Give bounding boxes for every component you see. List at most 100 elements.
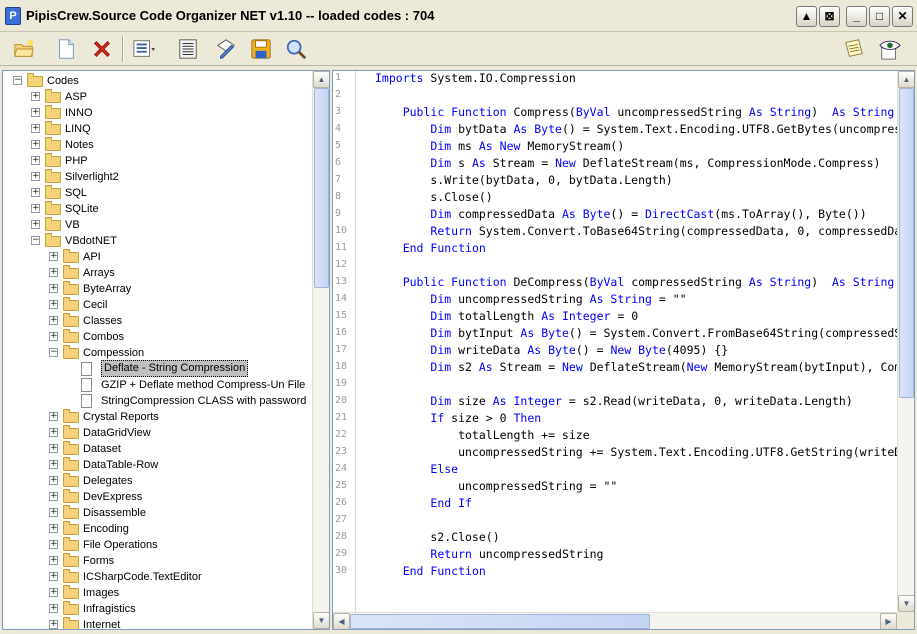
editor-horizontal-scrollbar[interactable]: ◀ ▶ xyxy=(333,612,897,629)
delete-button[interactable] xyxy=(88,35,116,63)
tree-folder[interactable]: + Notes xyxy=(31,137,313,153)
new-document-button[interactable] xyxy=(52,35,80,63)
expand-icon[interactable]: + xyxy=(49,572,58,581)
tree-folder[interactable]: + Combos xyxy=(49,329,313,345)
scroll-left-icon[interactable]: ◀ xyxy=(333,613,350,629)
tree-folder[interactable]: + SQLite xyxy=(31,201,313,217)
scroll-down-icon[interactable]: ▼ xyxy=(898,595,914,612)
expand-icon[interactable]: + xyxy=(31,172,40,181)
code-text[interactable]: Imports System.IO.Compression Public Fun… xyxy=(355,71,897,612)
expand-icon[interactable]: + xyxy=(49,300,58,309)
expand-icon[interactable]: + xyxy=(49,268,58,277)
scroll-thumb[interactable] xyxy=(899,88,914,398)
tree-folder[interactable]: + Internet xyxy=(49,617,313,629)
tree-folder[interactable]: + Silverlight2 xyxy=(31,169,313,185)
tree-folder[interactable]: + Dataset xyxy=(49,441,313,457)
expand-icon[interactable]: + xyxy=(49,284,58,293)
tree-folder[interactable]: + SQL xyxy=(31,185,313,201)
expand-icon[interactable]: + xyxy=(49,476,58,485)
tree-file[interactable]: StringCompression CLASS with password xyxy=(67,393,313,409)
notes-button[interactable] xyxy=(840,35,868,63)
expand-icon[interactable]: + xyxy=(31,220,40,229)
scroll-up-icon[interactable]: ▲ xyxy=(313,71,329,88)
scroll-up-icon[interactable]: ▲ xyxy=(898,71,914,88)
tree-folder[interactable]: + API xyxy=(49,249,313,265)
scroll-down-icon[interactable]: ▼ xyxy=(313,612,329,629)
tree-folder[interactable]: + ICSharpCode.TextEditor xyxy=(49,569,313,585)
expand-icon[interactable]: + xyxy=(49,252,58,261)
collapse-icon[interactable]: − xyxy=(13,76,22,85)
save-button[interactable] xyxy=(247,35,275,63)
editor-vertical-scrollbar[interactable]: ▲ ▼ xyxy=(897,71,914,612)
open-folder-button[interactable] xyxy=(10,35,38,63)
tree-folder[interactable]: + LINQ xyxy=(31,121,313,137)
minimize-icon[interactable]: _ xyxy=(846,6,867,27)
code-editor[interactable]: 1 2 3 4 5 6 7 8 9 10 11 12 13 14 15 16 17 18 19 20 21 22 23 24 2… xyxy=(332,70,915,630)
collapse-icon[interactable]: − xyxy=(31,236,40,245)
expand-icon[interactable]: + xyxy=(49,332,58,341)
expand-icon[interactable]: + xyxy=(31,124,40,133)
tree-folder[interactable]: + ByteArray xyxy=(49,281,313,297)
tree-file-selected[interactable]: Deflate - String Compression xyxy=(67,360,313,377)
tree-file[interactable]: GZIP + Deflate method Compress-Un File xyxy=(67,377,313,393)
tree-folder[interactable]: + Cecil xyxy=(49,297,313,313)
tree-folder[interactable]: + Images xyxy=(49,585,313,601)
view-options-button[interactable] xyxy=(130,35,158,63)
tree-folder[interactable]: + DataGridView xyxy=(49,425,313,441)
expand-icon[interactable]: + xyxy=(49,540,58,549)
tree-folder[interactable]: + DataTable-Row xyxy=(49,457,313,473)
tree-folder[interactable]: + PHP xyxy=(31,153,313,169)
expand-icon[interactable]: + xyxy=(31,108,40,117)
scroll-thumb[interactable] xyxy=(314,88,329,288)
maximize-icon[interactable]: □ xyxy=(869,6,890,27)
scroll-right-icon[interactable]: ▶ xyxy=(880,613,897,629)
tree-folder[interactable]: + Disassemble xyxy=(49,505,313,521)
tree-folder[interactable]: + File Operations xyxy=(49,537,313,553)
pin-icon[interactable]: ⊠ xyxy=(819,6,840,27)
tree-folder[interactable]: + Classes xyxy=(49,313,313,329)
expand-icon[interactable]: + xyxy=(31,156,40,165)
expand-icon[interactable]: + xyxy=(49,524,58,533)
tree-folder[interactable]: − VBdotNET xyxy=(31,233,313,249)
expand-icon[interactable]: + xyxy=(31,204,40,213)
code-keyword: New Byte xyxy=(610,343,666,357)
expand-icon[interactable]: + xyxy=(49,508,58,517)
tree-folder[interactable]: + INNO xyxy=(31,105,313,121)
code-tree[interactable]: − Codes + ASP + INNO + LINQ + Notes + PHP + Silverlig… xyxy=(2,70,330,630)
expand-icon[interactable]: + xyxy=(49,444,58,453)
search-button[interactable] xyxy=(282,35,310,63)
edit-button[interactable] xyxy=(212,35,240,63)
expand-icon[interactable]: + xyxy=(49,556,58,565)
expand-icon[interactable]: + xyxy=(49,492,58,501)
scroll-thumb[interactable] xyxy=(350,614,650,629)
tree-folder[interactable]: + Encoding xyxy=(49,521,313,537)
preview-button[interactable] xyxy=(876,35,904,63)
collapse-icon[interactable]: − xyxy=(49,348,58,357)
expand-icon[interactable]: + xyxy=(49,604,58,613)
tree-folder[interactable]: + Forms xyxy=(49,553,313,569)
app-icon[interactable]: P xyxy=(5,7,21,25)
tree-folder[interactable]: − Compession xyxy=(49,345,313,361)
expand-icon[interactable]: + xyxy=(31,140,40,149)
expand-icon[interactable]: + xyxy=(49,460,58,469)
restore-down-icon[interactable]: ▲ xyxy=(796,6,817,27)
tree-folder[interactable]: + Crystal Reports xyxy=(49,409,313,425)
expand-icon[interactable]: + xyxy=(49,588,58,597)
expand-icon[interactable]: + xyxy=(49,428,58,437)
properties-button[interactable] xyxy=(174,35,202,63)
expand-icon[interactable]: + xyxy=(49,620,58,629)
tree-folder[interactable]: + Delegates xyxy=(49,473,313,489)
tree-folder[interactable]: + VB xyxy=(31,217,313,233)
expand-icon[interactable]: + xyxy=(31,92,40,101)
tree-folder[interactable]: + Arrays xyxy=(49,265,313,281)
expand-icon[interactable]: + xyxy=(49,412,58,421)
tree-folder[interactable]: + Infragistics xyxy=(49,601,313,617)
close-icon[interactable]: ✕ xyxy=(892,6,913,27)
expand-icon[interactable]: + xyxy=(31,188,40,197)
tree-folder[interactable]: + DevExpress xyxy=(49,489,313,505)
tree-folder[interactable]: + ASP xyxy=(31,89,313,105)
tree-vertical-scrollbar[interactable]: ▲ ▼ xyxy=(312,71,329,629)
tree-root-codes[interactable]: − Codes xyxy=(13,73,303,89)
expand-icon[interactable]: + xyxy=(49,316,58,325)
